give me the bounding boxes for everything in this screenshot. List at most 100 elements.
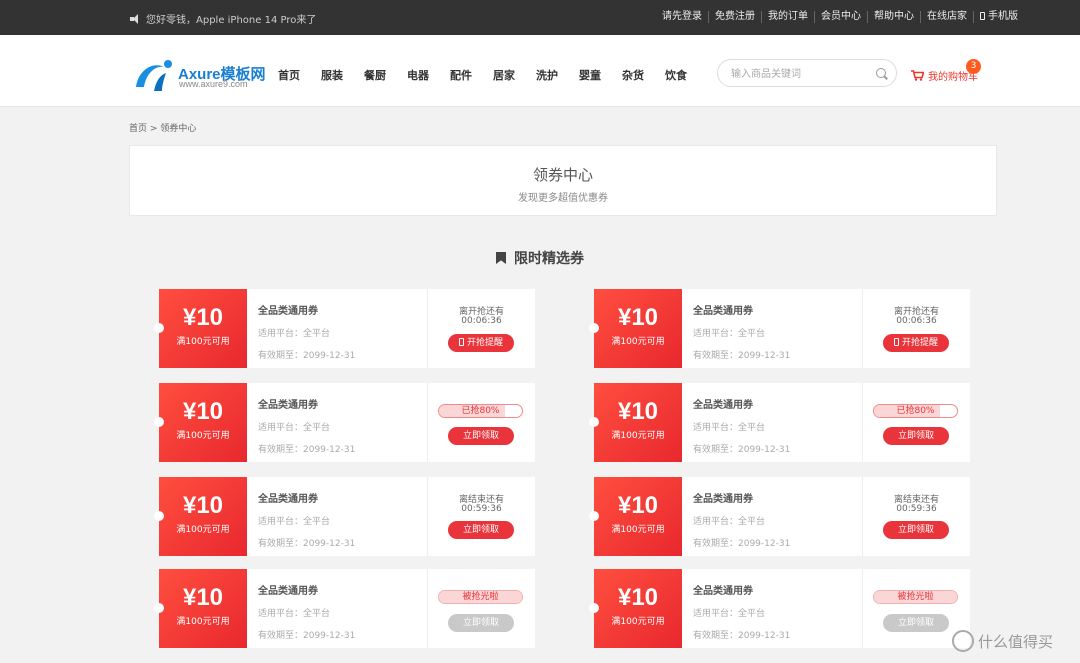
coupon-action: 离结束还有 00:59:36 立即领取 xyxy=(863,477,970,556)
coupon-action: 离开抢还有 00:06:36 开抢提醒 xyxy=(428,289,535,368)
remind-button[interactable]: 开抢提醒 xyxy=(883,334,949,352)
coupon-name: 全品类通用券 xyxy=(693,494,753,505)
coupon-expiry: 有效期至：2099-12-31 xyxy=(258,631,356,641)
remind-button[interactable]: 开抢提醒 xyxy=(448,334,514,352)
coupon-name: 全品类通用券 xyxy=(258,306,318,317)
coupon-value-panel: ¥10 满100元可用 xyxy=(154,569,250,648)
search-input[interactable] xyxy=(731,66,871,82)
coupon-card: ¥10 满100元可用 全品类通用券 适用平台：全平台 有效期至：2099-12… xyxy=(154,569,535,648)
coupon-card: ¥10 满100元可用 全品类通用券 适用平台：全平台 有效期至：2099-12… xyxy=(154,477,535,556)
coupon-expiry: 有效期至：2099-12-31 xyxy=(258,539,356,549)
countdown-time: 00:06:36 xyxy=(461,316,502,326)
coupon-expiry: 有效期至：2099-12-31 xyxy=(693,631,791,641)
coupon-name: 全品类通用券 xyxy=(693,586,753,597)
coupon-platform: 适用平台：全平台 xyxy=(693,423,766,433)
coupon-value-panel: ¥10 满100元可用 xyxy=(589,569,685,648)
nav-item-food[interactable]: 饮食 xyxy=(665,67,708,83)
coupon-action: 已抢80% 立即领取 xyxy=(863,383,970,462)
coupon-card: ¥10 满100元可用 全品类通用券 适用平台：全平台 有效期至：2099-12… xyxy=(589,569,970,648)
coupon-action: 被抢光啦 立即领取 xyxy=(428,569,535,648)
claim-button[interactable]: 立即领取 xyxy=(883,427,949,445)
coupon-card: ¥10 满100元可用 全品类通用券 适用平台：全平台 有效期至：2099-12… xyxy=(154,383,535,462)
coupon-info: 全品类通用券 适用平台：全平台 有效期至：2099-12-31 xyxy=(693,302,858,361)
coupon-card: ¥10 满100元可用 全品类通用券 适用平台：全平台 有效期至：2099-12… xyxy=(154,289,535,368)
claim-button[interactable]: 立即领取 xyxy=(883,521,949,539)
help-center-link[interactable]: 帮助中心 xyxy=(867,11,920,23)
top-bar: 您好零钱，Apple iPhone 14 Pro来了 请先登录 免费注册 我的订… xyxy=(0,0,1080,35)
coupon-condition: 满100元可用 xyxy=(176,337,230,347)
page-title: 领券中心 xyxy=(532,166,593,184)
coupon-platform: 适用平台：全平台 xyxy=(693,517,766,527)
coupon-card: ¥10 满100元可用 全品类通用券 适用平台：全平台 有效期至：2099-12… xyxy=(589,383,970,462)
coupon-info: 全品类通用券 适用平台：全平台 有效期至：2099-12-31 xyxy=(258,396,423,455)
coupon-expiry: 有效期至：2099-12-31 xyxy=(693,445,791,455)
breadcrumb-home[interactable]: 首页 xyxy=(129,124,147,134)
coupon-condition: 满100元可用 xyxy=(611,525,665,535)
coupon-action: 离结束还有 00:59:36 立即领取 xyxy=(428,477,535,556)
nav-item-home-living[interactable]: 居家 xyxy=(493,67,536,83)
nav-item-accessories[interactable]: 配件 xyxy=(450,67,493,83)
coupon-platform: 适用平台：全平台 xyxy=(258,329,331,339)
coupon-name: 全品类通用券 xyxy=(258,400,318,411)
claim-progress-text: 已抢80% xyxy=(896,406,935,416)
register-link[interactable]: 免费注册 xyxy=(708,11,761,23)
claim-button[interactable]: 立即领取 xyxy=(448,521,514,539)
claim-progress-text: 被抢光啦 xyxy=(462,592,499,602)
coupon-info: 全品类通用券 适用平台：全平台 有效期至：2099-12-31 xyxy=(693,582,858,641)
coupon-condition: 满100元可用 xyxy=(611,431,665,441)
online-store-link[interactable]: 在线店家 xyxy=(920,11,973,23)
phone-icon xyxy=(980,12,985,20)
coupon-condition: 满100元可用 xyxy=(176,617,230,627)
countdown-time: 00:59:36 xyxy=(461,504,502,514)
nav-item-groceries[interactable]: 杂货 xyxy=(622,67,665,83)
nav-item-care[interactable]: 洗护 xyxy=(536,67,579,83)
mobile-link[interactable]: 手机版 xyxy=(973,11,1024,23)
coupon-info: 全品类通用券 适用平台：全平台 有效期至：2099-12-31 xyxy=(258,582,423,641)
member-center-link[interactable]: 会员中心 xyxy=(814,11,867,23)
coupon-amount: ¥10 xyxy=(182,584,224,611)
nav-item-appliances[interactable]: 电器 xyxy=(407,67,450,83)
my-orders-link[interactable]: 我的订单 xyxy=(761,11,814,23)
breadcrumb-current: 领券中心 xyxy=(160,124,197,134)
nav-item-baby[interactable]: 婴童 xyxy=(579,67,622,83)
page-subtitle: 发现更多超值优惠券 xyxy=(518,193,608,204)
top-links: 请先登录 免费注册 我的订单 会员中心 帮助中心 在线店家 手机版 xyxy=(656,11,1024,23)
coupon-amount: ¥10 xyxy=(617,304,659,331)
claim-progress-bar: 已抢80% xyxy=(438,404,523,418)
claim-progress-bar: 已抢80% xyxy=(873,404,958,418)
coupon-value-panel: ¥10 满100元可用 xyxy=(589,289,685,368)
coupon-condition: 满100元可用 xyxy=(611,337,665,347)
coupon-amount: ¥10 xyxy=(182,304,224,331)
search-icon[interactable] xyxy=(876,68,886,78)
nav-item-kitchen[interactable]: 餐厨 xyxy=(364,67,407,83)
breadcrumb: 首页 > 领券中心 xyxy=(129,121,196,134)
watermark-text: 什么值得买 xyxy=(978,632,1054,651)
coupon-info: 全品类通用券 适用平台：全平台 有效期至：2099-12-31 xyxy=(693,490,858,549)
coupon-platform: 适用平台：全平台 xyxy=(258,517,331,527)
nav-item-home[interactable]: 首页 xyxy=(278,67,321,83)
nav-item-clothing[interactable]: 服装 xyxy=(321,67,364,83)
breadcrumb-separator: > xyxy=(149,124,158,134)
claim-progress-text: 被抢光啦 xyxy=(897,592,934,602)
coupon-condition: 满100元可用 xyxy=(176,431,230,441)
mobile-link-label: 手机版 xyxy=(988,11,1018,22)
claim-button-disabled[interactable]: 立即领取 xyxy=(448,614,514,632)
speaker-icon xyxy=(130,13,142,24)
login-link[interactable]: 请先登录 xyxy=(656,11,708,23)
coupon-value-panel: ¥10 满100元可用 xyxy=(154,289,250,368)
coupon-name: 全品类通用券 xyxy=(693,400,753,411)
remind-button-label: 开抢提醒 xyxy=(466,338,503,348)
phone-icon xyxy=(893,338,899,346)
coupon-amount: ¥10 xyxy=(617,584,659,611)
bookmark-icon xyxy=(496,252,506,264)
title-panel: 领券中心 发现更多超值优惠券 xyxy=(129,145,997,216)
countdown-time: 00:06:36 xyxy=(896,316,937,326)
coupon-platform: 适用平台：全平台 xyxy=(258,423,331,433)
logo[interactable]: Axure模板网 www.axure9.com xyxy=(130,57,270,93)
coupon-expiry: 有效期至：2099-12-31 xyxy=(693,539,791,549)
section-title-text: 限时精选券 xyxy=(514,251,584,267)
claim-button-disabled[interactable]: 立即领取 xyxy=(883,614,949,632)
claim-button[interactable]: 立即领取 xyxy=(448,427,514,445)
coupon-name: 全品类通用券 xyxy=(693,306,753,317)
coupon-expiry: 有效期至：2099-12-31 xyxy=(258,445,356,455)
